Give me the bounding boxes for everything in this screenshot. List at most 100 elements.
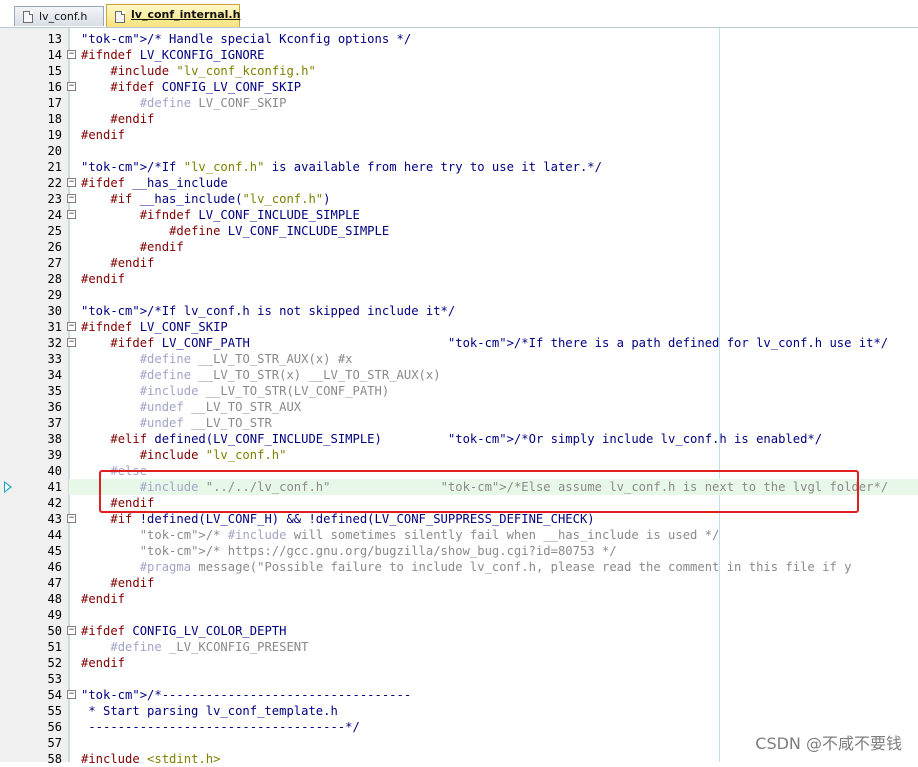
line-number: 48 [47, 592, 62, 606]
code-line[interactable]: 21 "tok-cm">/*If "lv_conf.h" is available… [0, 159, 918, 175]
code-text: #pragma message("Possible failure to inc… [139, 560, 852, 574]
code-line[interactable]: 47 #endif [0, 575, 918, 591]
fold-toggle-icon[interactable]: − [67, 50, 76, 59]
line-number: 36 [47, 400, 62, 414]
code-line[interactable]: 34 #define __LV_TO_STR(x) __LV_TO_STR_AU… [0, 367, 918, 383]
code-line[interactable]: 27 #endif [0, 255, 918, 271]
code-text: "tok-cm">/* https://gcc.gnu.org/bugzilla… [139, 544, 617, 558]
code-text: #define LV_CONF_INCLUDE_SIMPLE [169, 224, 390, 238]
code-text: #endif [81, 592, 126, 606]
code-text: #define LV_CONF_SKIP [139, 96, 287, 110]
line-number: 24 [47, 208, 62, 222]
code-text: #ifdef CONFIG_LV_CONF_SKIP [110, 80, 302, 94]
line-number: 42 [47, 496, 62, 510]
line-number: 19 [47, 128, 62, 142]
code-text: #define __LV_TO_STR_AUX(x) #x [139, 352, 353, 366]
fold-toggle-icon[interactable]: − [67, 690, 76, 699]
code-text: #ifndef LV_KCONFIG_IGNORE [81, 48, 265, 62]
code-line[interactable]: 30 "tok-cm">/*If lv_conf.h is not skipped… [0, 303, 918, 319]
code-line[interactable]: 28 #endif [0, 271, 918, 287]
code-line[interactable]: 26 #endif [0, 239, 918, 255]
line-number: 32 [47, 336, 62, 350]
code-line[interactable]: 43− #if !defined(LV_CONF_H) && !defined(… [0, 511, 918, 527]
line-number: 49 [47, 608, 62, 622]
line-number: 21 [47, 160, 62, 174]
code-line[interactable]: 51 #define _LV_KCONFIG_PRESENT [0, 639, 918, 655]
code-line[interactable]: 46 #pragma message("Possible failure to … [0, 559, 918, 575]
code-line[interactable]: 32− #ifdef LV_CONF_PATH "tok-cm">/*If th… [0, 335, 918, 351]
code-line[interactable]: 31− #ifndef LV_CONF_SKIP [0, 319, 918, 335]
line-number: 58 [47, 752, 62, 766]
code-text: "tok-cm">/*If lv_conf.h is not skipped i… [81, 304, 456, 318]
code-line[interactable]: 36 #undef __LV_TO_STR_AUX [0, 399, 918, 415]
code-text: "tok-cm">/* #include will sometimes sile… [139, 528, 720, 542]
code-text: #define _LV_KCONFIG_PRESENT [110, 640, 309, 654]
code-text: #include __LV_TO_STR(LV_CONF_PATH) [139, 384, 390, 398]
code-line[interactable]: 48 #endif [0, 591, 918, 607]
code-editor[interactable]: 13 "tok-cm">/* Handle special Kconfig opt… [0, 28, 918, 766]
code-line[interactable]: 20 [0, 143, 918, 159]
line-number: 43 [47, 512, 62, 526]
fold-toggle-icon[interactable]: − [67, 178, 76, 187]
line-number: 33 [47, 352, 62, 366]
fold-toggle-icon[interactable]: − [67, 322, 76, 331]
line-number: 23 [47, 192, 62, 206]
line-number: 44 [47, 528, 62, 542]
code-line[interactable]: 16− #ifdef CONFIG_LV_CONF_SKIP [0, 79, 918, 95]
code-line[interactable]: 44 "tok-cm">/* #include will sometimes s… [0, 527, 918, 543]
line-number: 45 [47, 544, 62, 558]
fold-toggle-icon[interactable]: − [67, 194, 76, 203]
code-text: #if __has_include("lv_conf.h") [110, 192, 331, 206]
line-number: 17 [47, 96, 62, 110]
code-text: #endif [110, 576, 155, 590]
code-text: #ifdef CONFIG_LV_COLOR_DEPTH [81, 624, 287, 638]
code-line[interactable]: 23− #if __has_include("lv_conf.h") [0, 191, 918, 207]
code-line[interactable]: 49 [0, 607, 918, 623]
code-line[interactable]: 53 [0, 671, 918, 687]
code-line[interactable]: 14− #ifndef LV_KCONFIG_IGNORE [0, 47, 918, 63]
code-line[interactable]: 13 "tok-cm">/* Handle special Kconfig opt… [0, 31, 918, 47]
code-text: #elif defined(LV_CONF_INCLUDE_SIMPLE) "t… [110, 432, 823, 446]
code-line[interactable]: 37 #undef __LV_TO_STR [0, 415, 918, 431]
line-number: 29 [47, 288, 62, 302]
code-line[interactable]: 29 [0, 287, 918, 303]
line-number: 40 [47, 464, 62, 478]
code-text: * Start parsing lv_conf_template.h [81, 704, 338, 718]
code-line[interactable]: 22− #ifdef __has_include [0, 175, 918, 191]
code-line[interactable]: 54− "tok-cm">/*--------------------------… [0, 687, 918, 703]
code-line[interactable]: 15 #include "lv_conf_kconfig.h" [0, 63, 918, 79]
code-line[interactable]: 52 #endif [0, 655, 918, 671]
line-number: 55 [47, 704, 62, 718]
fold-toggle-icon[interactable]: − [67, 82, 76, 91]
code-line[interactable]: 39 #include "lv_conf.h" [0, 447, 918, 463]
code-text: #endif [81, 128, 126, 142]
code-text: #if !defined(LV_CONF_H) && !defined(LV_C… [110, 512, 595, 526]
code-text: #undef __LV_TO_STR [139, 416, 272, 430]
code-line[interactable]: 25 #define LV_CONF_INCLUDE_SIMPLE [0, 223, 918, 239]
fold-toggle-icon[interactable]: − [67, 626, 76, 635]
line-number: 26 [47, 240, 62, 254]
line-number: 18 [47, 112, 62, 126]
code-text: #endif [110, 112, 155, 126]
fold-toggle-icon[interactable]: − [67, 338, 76, 347]
fold-toggle-icon[interactable]: − [67, 210, 76, 219]
code-text: #ifndef LV_CONF_INCLUDE_SIMPLE [139, 208, 360, 222]
line-number: 39 [47, 448, 62, 462]
code-line[interactable]: 50− #ifdef CONFIG_LV_COLOR_DEPTH [0, 623, 918, 639]
code-line[interactable]: 17 #define LV_CONF_SKIP [0, 95, 918, 111]
code-line[interactable]: 35 #include __LV_TO_STR(LV_CONF_PATH) [0, 383, 918, 399]
code-line[interactable]: 55 * Start parsing lv_conf_template.h [0, 703, 918, 719]
fold-toggle-icon[interactable]: − [67, 514, 76, 523]
line-number: 14 [47, 48, 62, 62]
tab-lv-conf-internal-h[interactable]: lv_conf_internal.h [106, 4, 240, 27]
line-number: 15 [47, 64, 62, 78]
file-icon [23, 11, 33, 23]
code-line[interactable]: 24− #ifndef LV_CONF_INCLUDE_SIMPLE [0, 207, 918, 223]
code-line[interactable]: 45 "tok-cm">/* https://gcc.gnu.org/bugzi… [0, 543, 918, 559]
code-line[interactable]: 19 #endif [0, 127, 918, 143]
code-line[interactable]: 33 #define __LV_TO_STR_AUX(x) #x [0, 351, 918, 367]
tab-lv-conf-h[interactable]: lv_conf.h [14, 6, 104, 26]
code-line[interactable]: 18 #endif [0, 111, 918, 127]
editor-tab-bar: lv_conf.h lv_conf_internal.h [0, 0, 918, 28]
code-line[interactable]: 38 #elif defined(LV_CONF_INCLUDE_SIMPLE)… [0, 431, 918, 447]
